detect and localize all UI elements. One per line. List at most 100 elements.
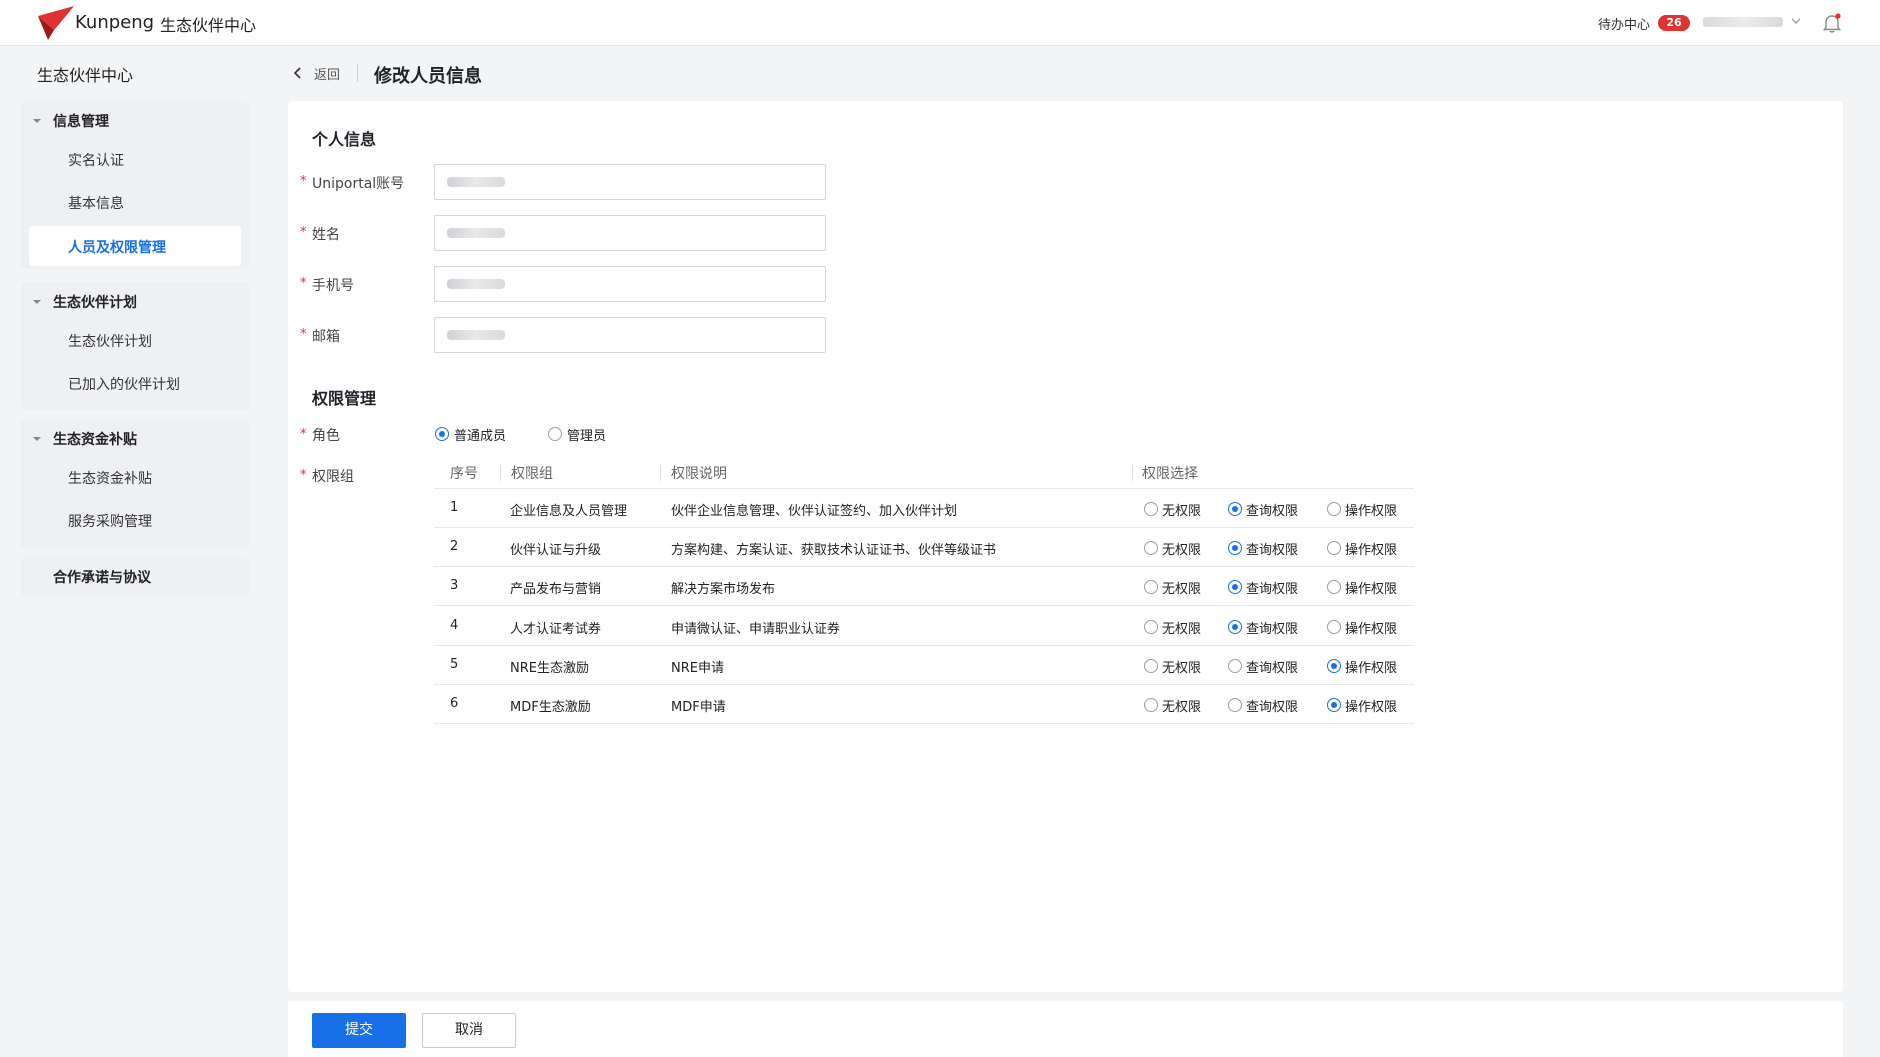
permission-radio[interactable] (1228, 659, 1242, 673)
table-row-divider (434, 566, 1414, 567)
account-field[interactable] (434, 164, 826, 200)
permission-option-label[interactable]: 无权限 (1162, 657, 1201, 676)
sidebar-group-label: 生态资金补贴 (53, 432, 137, 448)
role-option-label[interactable]: 普通成员 (454, 425, 506, 444)
bell-icon[interactable] (1821, 12, 1843, 34)
column-divider (1132, 465, 1133, 481)
redacted-value (447, 279, 505, 289)
row-permission-group: MDF生态激励 (510, 700, 591, 715)
sidebar-item-subsidy[interactable]: 生态资金补贴 (29, 457, 241, 497)
role-option-label[interactable]: 管理员 (567, 425, 606, 444)
row-number: 3 (450, 578, 459, 593)
permission-option-label[interactable]: 操作权限 (1345, 539, 1397, 558)
page-title: 修改人员信息 (374, 66, 482, 87)
user-name-redacted[interactable] (1703, 17, 1783, 27)
table-row-divider (434, 605, 1414, 606)
phone-field[interactable] (434, 266, 826, 302)
permission-option-label[interactable]: 操作权限 (1345, 696, 1397, 715)
sidebar-item-basic-info[interactable]: 基本信息 (29, 182, 241, 222)
required-mark: * (300, 225, 307, 240)
sidebar-group-header[interactable]: 生态资金补贴 (21, 423, 249, 453)
permission-option-label[interactable]: 无权限 (1162, 618, 1201, 637)
row-permission-desc: 方案构建、方案认证、获取技术认证证书、伙伴等级证书 (671, 543, 997, 558)
sidebar-group-header[interactable]: 生态伙伴计划 (21, 286, 249, 316)
permission-radio[interactable] (1228, 541, 1242, 555)
name-field[interactable] (434, 215, 826, 251)
row-permission-group: 企业信息及人员管理 (510, 504, 628, 519)
permission-option-label[interactable]: 操作权限 (1345, 657, 1397, 676)
permission-option-label[interactable]: 无权限 (1162, 500, 1201, 519)
row-permission-desc: MDF申请 (671, 700, 726, 715)
email-field[interactable] (434, 317, 826, 353)
row-number: 1 (450, 500, 459, 515)
permission-option-label[interactable]: 无权限 (1162, 578, 1201, 597)
brand-name[interactable]: Kunpeng (75, 12, 154, 33)
table-row-divider (434, 527, 1414, 528)
permission-option-label[interactable]: 查询权限 (1246, 618, 1298, 637)
sidebar-group-label: 合作承诺与协议 (53, 570, 151, 586)
kunpeng-logo-icon[interactable] (36, 4, 76, 42)
row-permission-desc: 伙伴企业信息管理、伙伴认证签约、加入伙伴计划 (671, 504, 958, 519)
permission-radio[interactable] (1144, 502, 1158, 516)
permission-option-label[interactable]: 查询权限 (1246, 657, 1298, 676)
table-divider (434, 488, 1414, 489)
permission-option-label[interactable]: 查询权限 (1246, 696, 1298, 715)
permission-radio[interactable] (1327, 698, 1341, 712)
permission-radio[interactable] (1228, 580, 1242, 594)
permission-option-label[interactable]: 查询权限 (1246, 578, 1298, 597)
required-mark: * (300, 276, 307, 291)
permission-radio[interactable] (1327, 541, 1341, 555)
permission-option-label[interactable]: 操作权限 (1345, 500, 1397, 519)
permission-radio[interactable] (1327, 580, 1341, 594)
app-title[interactable]: 生态伙伴中心 (160, 12, 256, 36)
permission-radio[interactable] (1144, 620, 1158, 634)
permission-radio[interactable] (1327, 502, 1341, 516)
section-title-personal: 个人信息 (312, 130, 377, 149)
sidebar-item-label: 生态伙伴计划 (68, 334, 152, 350)
permission-option-label[interactable]: 操作权限 (1345, 618, 1397, 637)
permission-radio[interactable] (1327, 659, 1341, 673)
back-link[interactable]: 返回 (314, 64, 340, 83)
table-row-divider (434, 684, 1414, 685)
role-radio-member[interactable] (435, 427, 449, 441)
permission-radio[interactable] (1228, 698, 1242, 712)
permission-radio[interactable] (1228, 620, 1242, 634)
top-bar: Kunpeng 生态伙伴中心 待办中心 26 (0, 0, 1880, 46)
permission-radio[interactable] (1327, 620, 1341, 634)
caret-down-icon (33, 119, 41, 123)
section-title-permission: 权限管理 (312, 389, 377, 408)
permission-radio[interactable] (1144, 580, 1158, 594)
sidebar-item-procurement[interactable]: 服务采购管理 (29, 500, 241, 540)
sidebar-title: 生态伙伴中心 (37, 66, 134, 85)
row-number: 6 (450, 696, 459, 711)
submit-button[interactable]: 提交 (312, 1013, 406, 1048)
sidebar-group-header[interactable]: 合作承诺与协议 (21, 561, 249, 591)
sidebar-item-label: 生态资金补贴 (68, 471, 152, 487)
sidebar-item-partner-plan[interactable]: 生态伙伴计划 (29, 320, 241, 360)
permission-radio[interactable] (1144, 541, 1158, 555)
permission-radio[interactable] (1144, 698, 1158, 712)
row-number: 2 (450, 539, 459, 554)
permission-radio[interactable] (1144, 659, 1158, 673)
required-mark: * (300, 468, 307, 483)
field-label-permission-group: 权限组 (312, 469, 354, 485)
permission-option-label[interactable]: 无权限 (1162, 696, 1201, 715)
role-radio-admin[interactable] (548, 427, 562, 441)
permission-radio[interactable] (1228, 502, 1242, 516)
permission-option-label[interactable]: 无权限 (1162, 539, 1201, 558)
chevron-down-icon[interactable] (1789, 14, 1803, 28)
sidebar-item-joined-plans[interactable]: 已加入的伙伴计划 (29, 363, 241, 403)
sidebar-group-subsidy: 生态资金补贴 生态资金补贴 服务采购管理 (21, 419, 249, 549)
permission-option-label[interactable]: 查询权限 (1246, 500, 1298, 519)
sidebar-group-header[interactable]: 信息管理 (21, 105, 249, 135)
sidebar-group-agreement[interactable]: 合作承诺与协议 (21, 557, 249, 596)
permission-option-label[interactable]: 查询权限 (1246, 539, 1298, 558)
sidebar-item-personnel[interactable]: 人员及权限管理 (29, 226, 241, 266)
permission-option-label[interactable]: 操作权限 (1345, 578, 1397, 597)
sidebar-item-realname[interactable]: 实名认证 (29, 139, 241, 179)
todo-center-link[interactable]: 待办中心 (1598, 14, 1650, 33)
sidebar-item-label: 人员及权限管理 (68, 240, 166, 256)
form-footer (288, 1001, 1843, 1057)
cancel-button[interactable]: 取消 (422, 1013, 516, 1048)
chevron-left-icon[interactable] (292, 66, 304, 80)
